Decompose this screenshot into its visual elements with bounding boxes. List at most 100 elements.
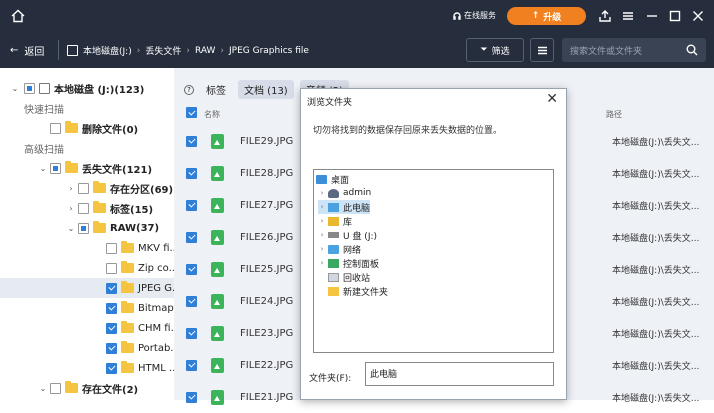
minimize-icon[interactable] xyxy=(644,8,660,24)
tree-node-recycle-bin[interactable]: 回收站 xyxy=(328,270,370,284)
chevron-down-icon[interactable]: ⌄ xyxy=(10,84,20,93)
folder-icon xyxy=(121,361,134,373)
tree-node-usb[interactable]: › U 盘 (J:) xyxy=(318,228,377,242)
select-all-checkbox[interactable] xyxy=(186,107,197,118)
folder-icon xyxy=(121,341,134,353)
checkbox[interactable] xyxy=(186,231,197,243)
tree-node-control-panel[interactable]: › 控制面板 xyxy=(318,256,379,270)
home-icon[interactable] xyxy=(10,8,26,24)
online-service[interactable]: 在线服务 xyxy=(452,10,496,21)
help-icon[interactable]: ? xyxy=(184,84,194,95)
checkbox[interactable] xyxy=(78,222,89,234)
section-advanced-scan: 高级扫描 xyxy=(24,144,64,156)
title-bar: 在线服务 ↑ 升级 xyxy=(0,0,714,32)
tree-item-portable[interactable]: Portab... xyxy=(0,338,174,358)
folder-icon xyxy=(121,261,134,273)
tab-documents[interactable]: 文档 (13) xyxy=(238,80,294,99)
checkbox[interactable] xyxy=(106,282,117,294)
user-icon xyxy=(328,188,339,198)
tree-item-deleted[interactable]: 删除文件(0) xyxy=(0,118,174,138)
checkbox[interactable] xyxy=(106,362,117,374)
chevron-down-icon[interactable]: ⌄ xyxy=(38,384,48,393)
chevron-right-icon[interactable]: › xyxy=(318,231,326,239)
tree-item-tags[interactable]: › 标签(15) xyxy=(0,198,174,218)
checkbox[interactable] xyxy=(186,359,197,371)
desktop-icon xyxy=(316,174,327,184)
breadcrumb-item[interactable]: 丢失文件 xyxy=(145,44,181,57)
tree-node-new-folder[interactable]: 新建文件夹 xyxy=(328,284,388,298)
maximize-icon[interactable] xyxy=(667,8,683,24)
upgrade-button[interactable]: ↑ 升级 xyxy=(507,7,586,25)
tree-node-library[interactable]: › 库 xyxy=(318,214,352,228)
folder-icon xyxy=(328,286,339,296)
tree-node-network[interactable]: › 网络 xyxy=(318,242,361,256)
chevron-right-icon[interactable]: › xyxy=(318,245,326,253)
search-input[interactable]: 搜索文件或文件夹 xyxy=(562,38,706,62)
tree-item-existing[interactable]: ⌄ 存在文件(2) xyxy=(0,378,174,398)
breadcrumb-item[interactable]: RAW xyxy=(195,46,215,56)
chevron-right-icon[interactable]: › xyxy=(318,217,326,225)
close-icon[interactable]: ✕ xyxy=(546,91,558,107)
folder-icon xyxy=(121,321,134,333)
checkbox[interactable] xyxy=(186,263,197,275)
breadcrumb-item[interactable]: JPEG Graphics file xyxy=(229,46,309,56)
tree-node-admin[interactable]: › admin xyxy=(318,186,372,200)
tree-item-raw[interactable]: ⌄ RAW(37) xyxy=(0,218,174,238)
folder-tree[interactable]: 桌面 › admin › 此电脑 › 库 › U 盘 (J:) › 网络 › 控… xyxy=(313,169,554,353)
checkbox[interactable] xyxy=(50,122,61,134)
checkbox[interactable] xyxy=(106,322,117,334)
tree-item-partitions[interactable]: › 存在分区(69) xyxy=(0,178,174,198)
chevron-right-icon[interactable]: › xyxy=(66,184,76,193)
folder-icon xyxy=(121,241,134,253)
back-button[interactable]: ← 返回 xyxy=(10,43,44,58)
tree-node-this-pc[interactable]: › 此电脑 xyxy=(318,200,371,214)
share-icon[interactable] xyxy=(597,8,613,24)
tree-item-drive[interactable]: ⌄ 本地磁盘 (J:)(123) xyxy=(0,78,174,98)
breadcrumb-item[interactable]: 本地磁盘(J:) xyxy=(83,44,132,57)
checkbox[interactable] xyxy=(186,135,197,147)
view-list-button[interactable] xyxy=(530,38,554,62)
tree-item-bitmap[interactable]: Bitmap... xyxy=(0,298,174,318)
checkbox[interactable] xyxy=(50,162,61,174)
list-icon xyxy=(537,46,547,54)
checkbox[interactable] xyxy=(78,182,89,194)
tree-node-desktop[interactable]: 桌面 xyxy=(316,172,349,186)
folder-field[interactable]: 此电脑 xyxy=(365,362,554,386)
tree-item-lost[interactable]: ⌄ 丢失文件(121) xyxy=(0,158,174,178)
column-path[interactable]: 路径 xyxy=(606,109,622,120)
control-panel-icon xyxy=(328,258,339,268)
column-name[interactable]: 名称 xyxy=(204,109,220,120)
checkbox[interactable] xyxy=(186,327,197,339)
checkbox[interactable] xyxy=(106,242,117,254)
checkbox[interactable] xyxy=(186,167,197,179)
tree-item-mkv[interactable]: MKV fi... xyxy=(0,238,174,258)
breadcrumb: 本地磁盘(J:) › 丢失文件 › RAW › JPEG Graphics fi… xyxy=(67,44,309,57)
library-icon xyxy=(328,216,339,226)
chevron-down-icon[interactable]: ⌄ xyxy=(38,164,48,173)
close-icon[interactable] xyxy=(690,8,706,24)
filter-button[interactable]: ⏷ 筛选 xyxy=(466,38,524,62)
tree-item-jpeg[interactable]: JPEG G... xyxy=(0,278,174,298)
chevron-right-icon[interactable]: › xyxy=(318,259,326,267)
recycle-bin-icon xyxy=(328,272,339,282)
checkbox[interactable] xyxy=(106,342,117,354)
tree-item-zip[interactable]: Zip co... xyxy=(0,258,174,278)
checkbox[interactable] xyxy=(78,202,89,214)
folder-field-label: 文件夹(F): xyxy=(309,374,352,384)
checkbox[interactable] xyxy=(186,199,197,211)
checkbox[interactable] xyxy=(24,82,35,94)
checkbox[interactable] xyxy=(106,302,117,314)
checkbox[interactable] xyxy=(106,262,117,274)
chevron-right-icon[interactable]: › xyxy=(318,189,326,197)
chevron-right-icon[interactable]: › xyxy=(66,204,76,213)
tree-item-chm[interactable]: CHM fi... xyxy=(0,318,174,338)
menu-icon[interactable] xyxy=(620,8,636,24)
chevron-down-icon[interactable]: ⌄ xyxy=(66,224,76,233)
chevron-right-icon[interactable]: › xyxy=(318,203,326,211)
tree-item-html[interactable]: HTML ... xyxy=(0,358,174,378)
checkbox[interactable] xyxy=(186,391,197,403)
tab-tags[interactable]: 标签 xyxy=(200,80,232,99)
checkbox[interactable] xyxy=(50,382,61,394)
checkbox[interactable] xyxy=(186,295,197,307)
image-file-icon xyxy=(211,197,224,213)
